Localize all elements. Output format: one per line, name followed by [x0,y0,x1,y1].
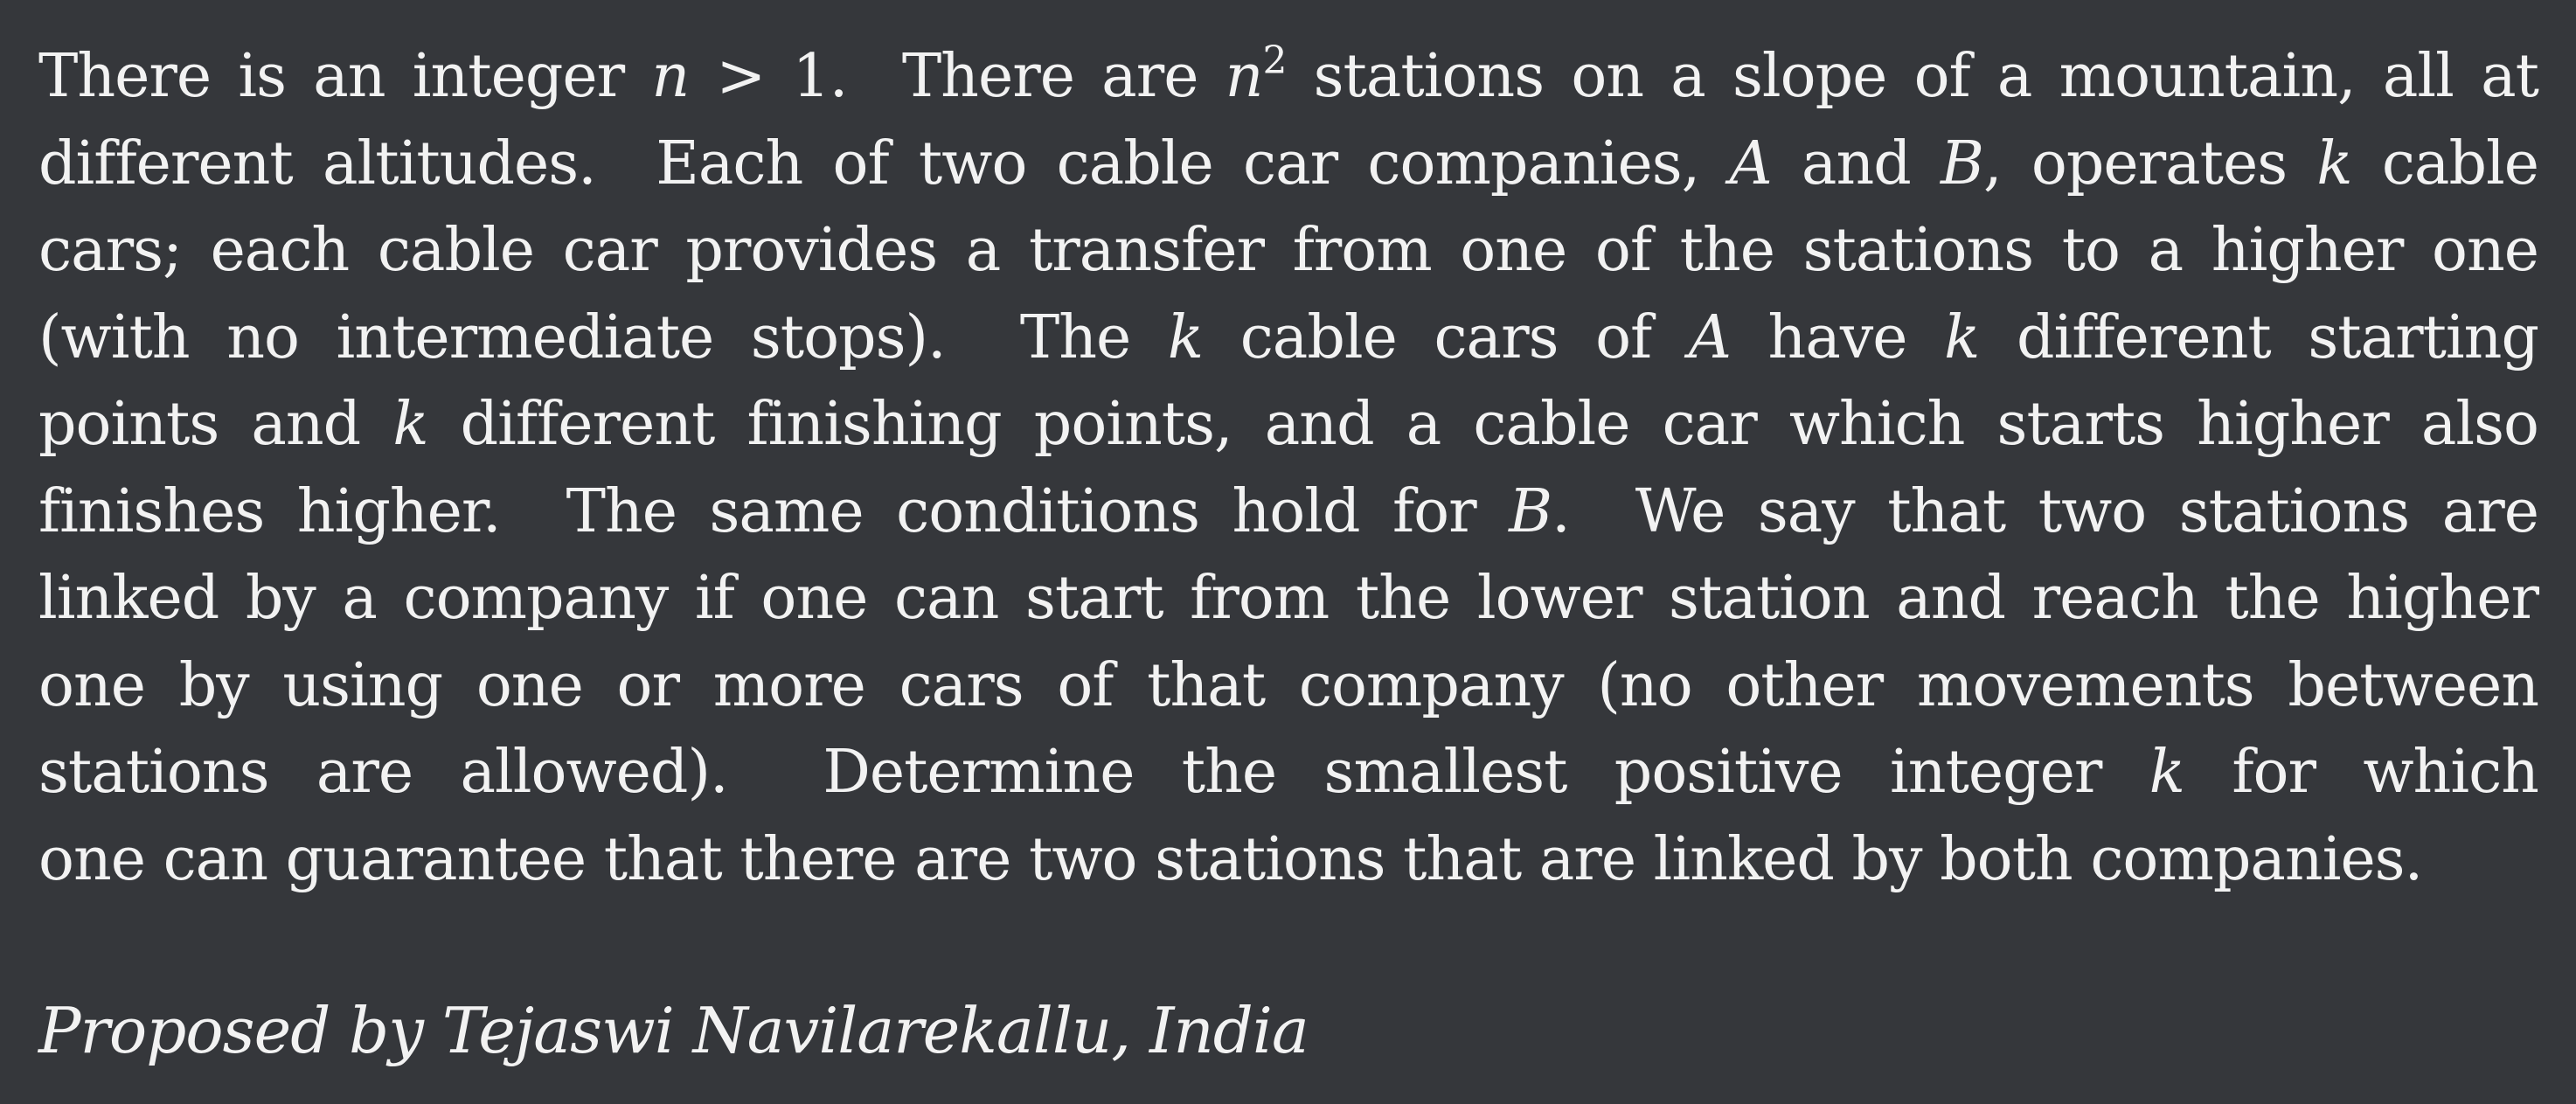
text-run: for which [2184,738,2539,807]
author-byline: Proposed by Tejaswi Navilarekallu, India [38,994,1309,1067]
text-run: (with no intermediate stops). The [38,302,1168,372]
problem-line: finishes higher. The same conditions hol… [38,469,2539,556]
problem-line: one by using one or more cars of that co… [38,642,2539,730]
math-variable: B [1941,128,1984,198]
text-run: and [1771,128,1941,198]
problem-line: points and k different finishing points,… [38,381,2539,469]
text-run: , operates [1983,128,2317,198]
text-run: . We say that two stations are [1552,476,2539,546]
problem-line: cars; each cable car provides a transfer… [38,207,2539,295]
math-variable: k [392,390,428,459]
text-run: one can guarantee that there are two sta… [38,824,2423,894]
text-run: cable cars of [1203,302,1689,372]
text-run: different starting [1979,302,2539,372]
text-run: different altitudes. Each of two cable c… [38,128,1730,198]
math-variable: n [651,42,690,111]
math-variable: A [1688,302,1732,372]
text-run: cable [2351,128,2539,198]
text-run: stations on a slope of a mountain, all a… [1286,42,2539,111]
text-run: stations are allowed). Determine the sma… [38,738,2149,807]
problem-line: There is an integer n > 1. There are n2 … [38,33,2539,121]
math-exponent: 2 [1262,38,1287,83]
problem-page: There is an integer n > 1. There are n2 … [0,0,2576,1104]
text-run: one by using one or more cars of that co… [38,650,2539,720]
math-variable: k [1944,302,1980,372]
text-run: linked by a company if one can start fro… [38,564,2539,633]
text-run: There is an integer [38,42,652,111]
problem-line: stations are allowed). Determine the sma… [38,729,2539,816]
problem-line: (with no intermediate stops). The k cabl… [38,295,2539,382]
text-run: finishes higher. The same conditions hol… [38,476,1510,546]
problem-line: different altitudes. Each of two cable c… [38,121,2539,208]
problem-statement: There is an integer n > 1. There are n2 … [38,33,2539,904]
text-run: have [1730,302,1945,372]
problem-line: linked by a company if one can start fro… [38,555,2539,642]
math-variable: k [1167,302,1204,372]
problem-line: one can guarantee that there are two sta… [38,816,2538,904]
math-variable: n [1225,42,1264,111]
math-variable: A [1729,128,1773,198]
text-run: > 1. There are [689,42,1226,111]
text-run: cars; each cable car provides a transfer… [38,216,2539,285]
text-run: points and [38,390,393,459]
text-run: different finishing points, and a cable … [427,390,2539,459]
math-variable: k [2149,738,2185,807]
math-variable: B [1509,476,1552,546]
math-variable: k [2316,128,2352,198]
